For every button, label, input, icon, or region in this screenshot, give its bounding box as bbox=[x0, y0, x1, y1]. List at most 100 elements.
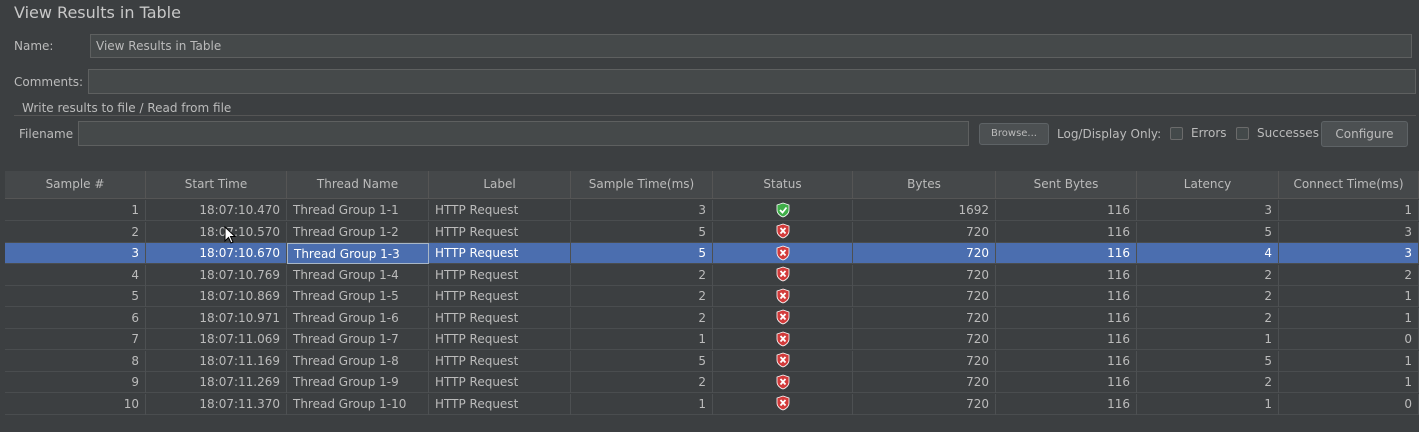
cell-thread[interactable]: Thread Group 1-9 bbox=[287, 372, 429, 393]
table-row[interactable]: 1 18:07:10.470 Thread Group 1-1 HTTP Reques… bbox=[5, 200, 1419, 221]
comments-input[interactable] bbox=[88, 69, 1416, 94]
cell-thread[interactable]: Thread Group 1-1 bbox=[287, 200, 429, 221]
cell-label[interactable]: HTTP Request bbox=[429, 286, 571, 307]
cell-start[interactable]: 18:07:11.370 bbox=[146, 393, 287, 415]
cell-thread[interactable]: Thread Group 1-4 bbox=[287, 264, 429, 286]
cell-connect[interactable]: 0 bbox=[1279, 329, 1419, 350]
cell-start[interactable]: 18:07:11.169 bbox=[146, 350, 287, 372]
cell-latency[interactable]: 1 bbox=[1137, 393, 1279, 415]
cell-bytes[interactable]: 720 bbox=[853, 264, 996, 286]
status-cell[interactable] bbox=[713, 393, 853, 415]
cell-start[interactable]: 18:07:10.670 bbox=[146, 243, 287, 264]
cell-latency[interactable]: 1 bbox=[1137, 329, 1279, 350]
cell-thread[interactable]: Thread Group 1-5 bbox=[287, 286, 429, 307]
cell-sample[interactable]: 8 bbox=[5, 350, 146, 372]
table-row[interactable]: 6 18:07:10.971 Thread Group 1-6 HTTP Reques… bbox=[5, 307, 1419, 329]
table-row[interactable]: 4 18:07:10.769 Thread Group 1-4 HTTP Reques… bbox=[5, 264, 1419, 286]
column-header[interactable]: Connect Time(ms) bbox=[1279, 171, 1419, 198]
cell-bytes[interactable]: 720 bbox=[853, 221, 996, 243]
cell-connect[interactable]: 1 bbox=[1279, 200, 1419, 221]
cell-thread[interactable]: Thread Group 1-10 bbox=[287, 393, 429, 415]
cell-sample[interactable]: 10 bbox=[5, 393, 146, 415]
cell-sample[interactable]: 5 bbox=[5, 286, 146, 307]
cell-label[interactable]: HTTP Request bbox=[429, 243, 571, 264]
cell-sample[interactable]: 6 bbox=[5, 307, 146, 329]
column-header[interactable]: Latency bbox=[1137, 171, 1279, 198]
column-header[interactable]: Sent Bytes bbox=[996, 171, 1137, 198]
cell-bytes[interactable]: 720 bbox=[853, 307, 996, 329]
table-row[interactable]: 5 18:07:10.869 Thread Group 1-5 HTTP Reques… bbox=[5, 286, 1419, 307]
cell-time[interactable]: 3 bbox=[571, 200, 713, 221]
column-header[interactable]: Label bbox=[429, 171, 571, 198]
cell-sample[interactable]: 7 bbox=[5, 329, 146, 350]
errors-checkbox[interactable] bbox=[1170, 127, 1183, 140]
cell-sample[interactable]: 4 bbox=[5, 264, 146, 286]
cell-thread[interactable]: Thread Group 1-3 bbox=[287, 243, 429, 264]
cell-sent[interactable]: 116 bbox=[996, 372, 1137, 393]
cell-sent[interactable]: 116 bbox=[996, 243, 1137, 264]
successes-checkbox[interactable] bbox=[1236, 127, 1249, 140]
cell-latency[interactable]: 3 bbox=[1137, 200, 1279, 221]
cell-thread[interactable]: Thread Group 1-2 bbox=[287, 221, 429, 243]
cell-time[interactable]: 2 bbox=[571, 372, 713, 393]
cell-time[interactable]: 2 bbox=[571, 286, 713, 307]
cell-connect[interactable]: 2 bbox=[1279, 264, 1419, 286]
cell-time[interactable]: 1 bbox=[571, 393, 713, 415]
column-header[interactable]: Status bbox=[713, 171, 853, 198]
configure-button[interactable]: Configure bbox=[1321, 121, 1408, 147]
cell-sent[interactable]: 116 bbox=[996, 264, 1137, 286]
status-cell[interactable] bbox=[713, 329, 853, 350]
cell-latency[interactable]: 4 bbox=[1137, 243, 1279, 264]
cell-sent[interactable]: 116 bbox=[996, 286, 1137, 307]
cell-connect[interactable]: 1 bbox=[1279, 372, 1419, 393]
cell-time[interactable]: 5 bbox=[571, 350, 713, 372]
cell-latency[interactable]: 5 bbox=[1137, 350, 1279, 372]
cell-time[interactable]: 5 bbox=[571, 243, 713, 264]
cell-bytes[interactable]: 1692 bbox=[853, 200, 996, 221]
status-cell[interactable] bbox=[713, 307, 853, 329]
column-header[interactable]: Sample Time(ms) bbox=[571, 171, 713, 198]
cell-connect[interactable]: 1 bbox=[1279, 307, 1419, 329]
cell-sent[interactable]: 116 bbox=[996, 350, 1137, 372]
table-row[interactable]: 9 18:07:11.269 Thread Group 1-9 HTTP Reques… bbox=[5, 372, 1419, 393]
cell-start[interactable]: 18:07:11.269 bbox=[146, 372, 287, 393]
cell-sent[interactable]: 116 bbox=[996, 221, 1137, 243]
cell-label[interactable]: HTTP Request bbox=[429, 329, 571, 350]
column-header[interactable]: Bytes bbox=[853, 171, 996, 198]
table-row[interactable]: 10 18:07:11.370 Thread Group 1-10 HTTP Requ… bbox=[5, 393, 1419, 415]
cell-label[interactable]: HTTP Request bbox=[429, 350, 571, 372]
cell-sent[interactable]: 116 bbox=[996, 200, 1137, 221]
cell-label[interactable]: HTTP Request bbox=[429, 221, 571, 243]
cell-bytes[interactable]: 720 bbox=[853, 393, 996, 415]
cell-thread[interactable]: Thread Group 1-6 bbox=[287, 307, 429, 329]
cell-sample[interactable]: 1 bbox=[5, 200, 146, 221]
status-cell[interactable] bbox=[713, 200, 853, 221]
cell-connect[interactable]: 3 bbox=[1279, 221, 1419, 243]
status-cell[interactable] bbox=[713, 372, 853, 393]
cell-bytes[interactable]: 720 bbox=[853, 329, 996, 350]
cell-label[interactable]: HTTP Request bbox=[429, 307, 571, 329]
column-header[interactable]: Sample # bbox=[5, 171, 146, 198]
cell-start[interactable]: 18:07:10.971 bbox=[146, 307, 287, 329]
cell-sample[interactable]: 3 bbox=[5, 243, 146, 264]
cell-latency[interactable]: 2 bbox=[1137, 286, 1279, 307]
filename-input[interactable] bbox=[78, 121, 969, 146]
cell-bytes[interactable]: 720 bbox=[853, 372, 996, 393]
cell-start[interactable]: 18:07:10.769 bbox=[146, 264, 287, 286]
cell-thread[interactable]: Thread Group 1-7 bbox=[287, 329, 429, 350]
cell-label[interactable]: HTTP Request bbox=[429, 264, 571, 286]
cell-label[interactable]: HTTP Request bbox=[429, 393, 571, 415]
cell-start[interactable]: 18:07:10.869 bbox=[146, 286, 287, 307]
cell-sent[interactable]: 116 bbox=[996, 329, 1137, 350]
cell-latency[interactable]: 5 bbox=[1137, 221, 1279, 243]
status-cell[interactable] bbox=[713, 264, 853, 286]
cell-start[interactable]: 18:07:10.570 bbox=[146, 221, 287, 243]
column-header[interactable]: Thread Name bbox=[287, 171, 429, 198]
cell-bytes[interactable]: 720 bbox=[853, 350, 996, 372]
cell-latency[interactable]: 2 bbox=[1137, 264, 1279, 286]
table-row[interactable]: 8 18:07:11.169 Thread Group 1-8 HTTP Reques… bbox=[5, 350, 1419, 372]
cell-time[interactable]: 2 bbox=[571, 307, 713, 329]
cell-start[interactable]: 18:07:11.069 bbox=[146, 329, 287, 350]
table-row[interactable]: 7 18:07:11.069 Thread Group 1-7 HTTP Reques… bbox=[5, 329, 1419, 350]
column-header[interactable]: Start Time bbox=[146, 171, 287, 198]
